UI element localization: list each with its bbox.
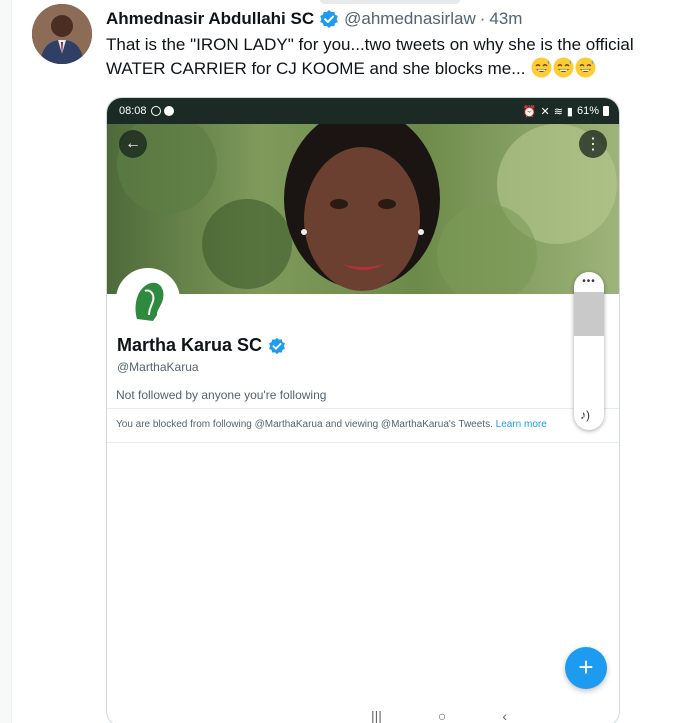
phone-status-bar: 08:08 ⏰ ✕ ≋ ▮ 61%	[107, 98, 619, 124]
learn-more-link[interactable]: Learn more	[496, 419, 547, 430]
scroll-thumb[interactable]	[574, 292, 604, 336]
grinning-sweat-emoji-icon	[553, 57, 574, 78]
author-avatar-photo	[32, 4, 92, 64]
profile-name-text: Martha Karua SC	[117, 335, 263, 355]
home-icon[interactable]: ○	[438, 708, 446, 723]
whatsapp-icon	[150, 106, 161, 116]
verified-badge-icon	[269, 337, 285, 354]
status-time: 08:08	[119, 105, 147, 117]
compose-tweet-button[interactable]: +	[565, 647, 607, 689]
mute-icon: ✕	[540, 105, 550, 118]
tweet-header: Ahmednasir Abdullahi SC @ahmednasirlaw ·…	[106, 8, 522, 30]
left-gutter	[0, 0, 12, 723]
grinning-sweat-emoji-icon	[531, 57, 552, 78]
tweet-time[interactable]: 43m	[489, 9, 522, 29]
recent-apps-icon[interactable]: |||	[371, 708, 382, 723]
phone-nav-bar: ||| ○ ‹	[107, 704, 619, 723]
tweet-text: That is the "IRON LADY" for you...two tw…	[106, 33, 695, 81]
divider	[107, 408, 619, 409]
top-scroll-indicator	[320, 0, 460, 4]
notification-dot-icon	[163, 106, 174, 116]
signal-icon: ▮	[566, 105, 573, 118]
alarm-icon: ⏰	[522, 105, 537, 118]
battery-percent: 61%	[576, 105, 599, 117]
dots-icon: •••	[582, 276, 596, 287]
grinning-sweat-emoji-icon	[575, 57, 596, 78]
tweet-text-line1: That is the "IRON LADY" for you...two tw…	[106, 35, 634, 54]
wifi-icon: ≋	[553, 105, 563, 118]
tweet-text-line2: WATER CARRIER for CJ KOOME and she block…	[106, 59, 526, 78]
sound-icon[interactable]: ♪)	[580, 408, 590, 422]
header-separator: ·	[479, 9, 486, 28]
blocked-notice-text: You are blocked from following @MarthaKa…	[116, 419, 493, 430]
followed-by-text: Not followed by anyone you're following	[116, 388, 327, 402]
floating-scroll-control[interactable]: ••• ♪)	[574, 272, 604, 430]
profile-cover-photo: ← ⋮	[107, 124, 619, 294]
battery-icon	[603, 106, 609, 116]
back-icon[interactable]: ‹	[502, 708, 507, 723]
profile-handle: @MarthaKarua	[117, 360, 199, 374]
status-right-group: ⏰ ✕ ≋ ▮ 61%	[523, 105, 609, 118]
profile-avatar[interactable]	[116, 268, 180, 332]
author-handle[interactable]: @ahmednasirlaw	[344, 9, 476, 29]
author-avatar[interactable]	[32, 4, 92, 64]
blocked-notice: You are blocked from following @MarthaKa…	[116, 419, 547, 430]
author-name[interactable]: Ahmednasir Abdullahi SC	[106, 9, 314, 29]
verified-badge-icon	[319, 9, 339, 29]
more-options-icon[interactable]: ⋮	[579, 130, 607, 158]
tweet-media-screenshot[interactable]: 08:08 ⏰ ✕ ≋ ▮ 61% ← ⋮ Martha Karua SC @M…	[106, 97, 620, 723]
profile-name: Martha Karua SC	[117, 335, 286, 356]
divider	[107, 442, 619, 443]
back-arrow-icon[interactable]: ←	[119, 130, 147, 158]
